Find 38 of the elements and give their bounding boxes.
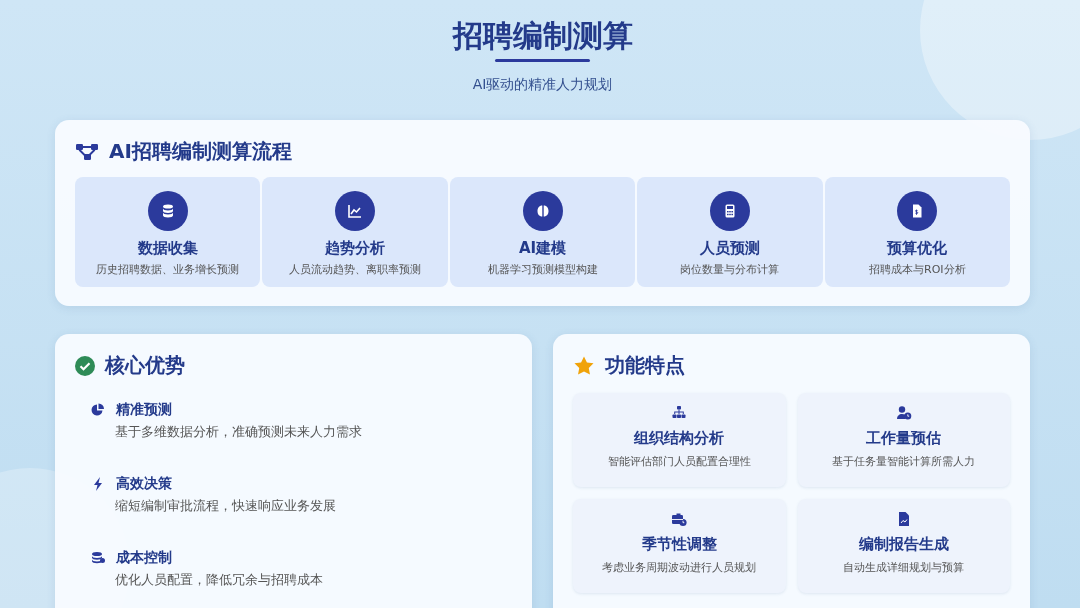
advantage-description: 基于多维数据分析，准确预测未来人力需求 (114, 423, 363, 441)
feature-description: 自动生成详细规划与预算 (843, 560, 965, 575)
feature-title: 季节性调整 (641, 535, 717, 554)
feature-title: 组织结构分析 (634, 429, 725, 448)
feature-title: 工作量预估 (866, 429, 942, 448)
advantage-title: 高效决策 (116, 475, 172, 493)
line-chart-icon (347, 203, 364, 219)
advantage-description: 缩短编制审批流程，快速响应业务发展 (114, 497, 337, 515)
briefcase-clock-icon (671, 511, 688, 527)
step-description: 机器学习预测模型构建 (487, 262, 598, 277)
sitemap-icon (671, 405, 688, 421)
check-circle-icon (75, 355, 95, 376)
step-title: 人员预测 (699, 239, 760, 258)
card-title: 功能特点 (605, 352, 685, 379)
flow-icon (75, 141, 99, 162)
coins-icon (90, 550, 106, 566)
step-description: 历史招聘数据、业务增长预测 (96, 262, 240, 277)
feature-title: 编制报告生成 (858, 535, 949, 554)
page-subtitle: AI驱动的精准人力规划 (472, 76, 613, 94)
feature-description: 智能评估部门人员配置合理性 (607, 454, 751, 469)
card-title: AI招聘编制测算流程 (109, 138, 292, 165)
advantage-title: 成本控制 (116, 549, 172, 567)
feature-description: 基于任务量智能计算所需人力 (832, 454, 976, 469)
step-title: 数据收集 (137, 239, 198, 258)
star-icon (573, 354, 595, 377)
step-title: AI建模 (518, 239, 567, 258)
page-title: 招聘编制测算 (452, 17, 633, 55)
step-description: 人员流动趋势、离职率预测 (289, 262, 422, 277)
step-title: 趋势分析 (325, 239, 386, 258)
advantage-description: 优化人员配置，降低冗余与招聘成本 (114, 571, 324, 589)
step-description: 岗位数量与分布计算 (680, 262, 780, 277)
step-description: 招聘成本与ROI分析 (869, 262, 966, 277)
pie-chart-icon (90, 402, 106, 418)
advantage-title: 精准预测 (116, 401, 172, 419)
step-title: 预算优化 (887, 239, 948, 258)
user-clock-icon (895, 405, 912, 421)
card-title: 核心优势 (105, 352, 185, 379)
feature-description: 考虑业务周期波动进行人员规划 (602, 560, 757, 575)
